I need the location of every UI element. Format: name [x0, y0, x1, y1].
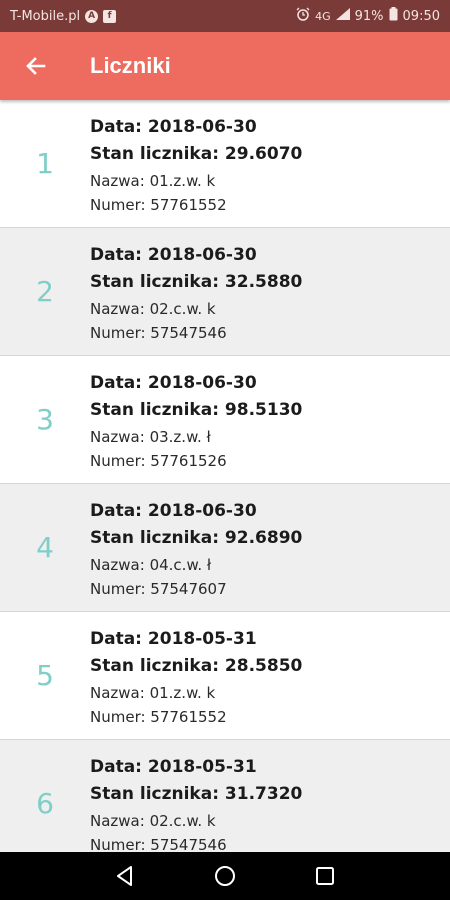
item-index: 4: [36, 531, 54, 564]
arrow-left-icon: [26, 57, 46, 75]
number-row: Numer: 57761552: [90, 196, 227, 214]
name-row: Nazwa: 03.z.w. ł: [90, 428, 211, 446]
carrier-name: T-Mobile.pl: [10, 8, 81, 24]
signal-icon: [335, 8, 350, 24]
number-row: Numer: 57547607: [90, 580, 227, 598]
reading-value: 31.7320: [224, 784, 303, 804]
list-item[interactable]: 6 Data: 2018-05-31 Stan licznika: 31.732…: [0, 740, 450, 852]
reading-row: Stan licznika: 29.6070: [90, 144, 303, 164]
network-type: 4G: [315, 9, 331, 23]
home-nav-button[interactable]: [205, 856, 245, 896]
number-row: Numer: 57547546: [90, 324, 227, 342]
number-value: 57547546: [150, 836, 227, 852]
readings-list[interactable]: 1 Data: 2018-06-30 Stan licznika: 29.607…: [0, 100, 450, 852]
item-details: Data: 2018-05-31 Stan licznika: 31.7320 …: [90, 740, 302, 852]
item-index: 1: [36, 147, 54, 180]
number-value: 57761526: [150, 452, 227, 470]
date-value: 2018-06-30: [147, 117, 257, 137]
back-nav-button[interactable]: [105, 856, 145, 896]
date-row: Data: 2018-05-31: [90, 757, 257, 777]
date-row: Data: 2018-06-30: [90, 117, 257, 137]
facebook-notification-icon: f: [103, 9, 117, 23]
name-value: 01.z.w. k: [149, 172, 216, 190]
item-details: Data: 2018-06-30 Stan licznika: 29.6070 …: [90, 100, 302, 227]
name-value: 02.c.w. k: [149, 300, 216, 318]
number-row: Numer: 57761552: [90, 708, 227, 726]
reading-row: Stan licznika: 98.5130: [90, 400, 303, 420]
number-row: Numer: 57761526: [90, 452, 227, 470]
date-value: 2018-06-30: [147, 245, 257, 265]
number-value: 57761552: [150, 196, 227, 214]
name-value: 03.z.w. ł: [149, 428, 211, 446]
item-index: 3: [36, 403, 54, 436]
reading-value: 92.6890: [224, 528, 303, 548]
date-value: 2018-05-31: [147, 629, 257, 649]
navigation-bar: [0, 852, 450, 900]
date-row: Data: 2018-06-30: [90, 501, 257, 521]
reading-row: Stan licznika: 92.6890: [90, 528, 303, 548]
item-details: Data: 2018-06-30 Stan licznika: 92.6890 …: [90, 484, 302, 611]
item-details: Data: 2018-06-30 Stan licznika: 32.5880 …: [90, 228, 302, 355]
square-recents-icon: [316, 867, 334, 885]
number-value: 57547607: [150, 580, 227, 598]
recents-nav-button[interactable]: [305, 856, 345, 896]
item-index: 6: [36, 787, 54, 820]
list-item[interactable]: 1 Data: 2018-06-30 Stan licznika: 29.607…: [0, 100, 450, 228]
battery-icon: [389, 7, 398, 25]
reading-value: 29.6070: [224, 144, 303, 164]
item-details: Data: 2018-06-30 Stan licznika: 98.5130 …: [90, 356, 302, 483]
reading-value: 28.5850: [224, 656, 303, 676]
name-value: 02.c.w. k: [149, 812, 216, 830]
alarm-icon: [296, 7, 310, 25]
back-button[interactable]: [0, 32, 72, 100]
list-item[interactable]: 3 Data: 2018-06-30 Stan licznika: 98.513…: [0, 356, 450, 484]
triangle-back-icon: [117, 866, 132, 886]
page-title: Liczniki: [90, 53, 171, 78]
battery-level: 91%: [354, 8, 384, 24]
app-bar: Liczniki: [0, 32, 450, 100]
name-value: 04.c.w. ł: [149, 556, 212, 574]
item-details: Data: 2018-05-31 Stan licznika: 28.5850 …: [90, 612, 302, 739]
clock: 09:50: [402, 8, 440, 24]
date-value: 2018-05-31: [147, 757, 257, 777]
name-row: Nazwa: 04.c.w. ł: [90, 556, 212, 574]
name-value: 01.z.w. k: [149, 684, 216, 702]
status-bar: T-Mobile.pl A f 4G 91% 09:50: [0, 0, 450, 32]
item-index: 5: [36, 659, 54, 692]
number-value: 57547546: [150, 324, 227, 342]
number-value: 57761552: [150, 708, 227, 726]
date-row: Data: 2018-06-30: [90, 373, 257, 393]
name-row: Nazwa: 02.c.w. k: [90, 300, 216, 318]
list-item[interactable]: 2 Data: 2018-06-30 Stan licznika: 32.588…: [0, 228, 450, 356]
number-row: Numer: 57547546: [90, 836, 227, 852]
item-index: 2: [36, 275, 54, 308]
reading-row: Stan licznika: 32.5880: [90, 272, 303, 292]
date-value: 2018-06-30: [147, 501, 257, 521]
name-row: Nazwa: 01.z.w. k: [90, 172, 216, 190]
reading-value: 98.5130: [224, 400, 303, 420]
reading-value: 32.5880: [224, 272, 303, 292]
list-item[interactable]: 4 Data: 2018-06-30 Stan licznika: 92.689…: [0, 484, 450, 612]
circle-home-icon: [215, 866, 235, 886]
list-item[interactable]: 5 Data: 2018-05-31 Stan licznika: 28.585…: [0, 612, 450, 740]
name-row: Nazwa: 01.z.w. k: [90, 684, 216, 702]
name-row: Nazwa: 02.c.w. k: [90, 812, 216, 830]
date-row: Data: 2018-05-31: [90, 629, 257, 649]
reading-row: Stan licznika: 28.5850: [90, 656, 303, 676]
date-row: Data: 2018-06-30: [90, 245, 257, 265]
date-value: 2018-06-30: [147, 373, 257, 393]
reading-row: Stan licznika: 31.7320: [90, 784, 303, 804]
app-notification-icon: A: [85, 9, 99, 23]
